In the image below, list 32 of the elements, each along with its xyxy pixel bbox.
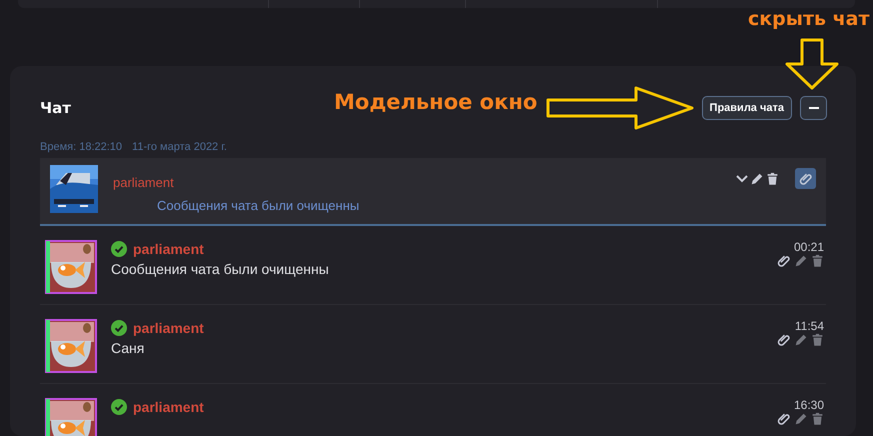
message-time: 00:21 bbox=[794, 240, 824, 254]
time-label: Время: 18:22:10 bbox=[40, 141, 122, 153]
chevron-icon[interactable] bbox=[736, 174, 748, 182]
paperclip-icon bbox=[798, 172, 812, 186]
attach-button[interactable] bbox=[795, 168, 816, 189]
message-text: Саня bbox=[111, 340, 146, 356]
trash-icon[interactable] bbox=[811, 254, 824, 268]
message-text: Сообщения чата были очищенны bbox=[111, 261, 330, 277]
down-arrow-drawing bbox=[785, 38, 839, 90]
user-name: parliament bbox=[133, 241, 204, 257]
paperclip-icon[interactable] bbox=[777, 254, 791, 268]
pencil-icon[interactable] bbox=[750, 172, 764, 186]
user-name: parliament bbox=[133, 320, 204, 336]
annotation-text: скрыть чат bbox=[748, 8, 870, 30]
date-label: 11-го марта 2022 г. bbox=[132, 141, 227, 153]
chat-rules-button[interactable]: Правила чата bbox=[702, 96, 792, 120]
annotation-text: Модельное окно bbox=[334, 90, 538, 114]
message-text: Сообщения чата были очищенны bbox=[157, 198, 360, 213]
paperclip-icon[interactable] bbox=[777, 412, 791, 426]
trash-icon[interactable] bbox=[811, 333, 824, 347]
hide-chat-button[interactable] bbox=[800, 96, 827, 120]
trash-icon[interactable] bbox=[766, 172, 779, 186]
trash-icon[interactable] bbox=[811, 412, 824, 426]
paperclip-icon[interactable] bbox=[777, 333, 791, 347]
user-name: parliament bbox=[133, 399, 204, 415]
chat-title: Чат bbox=[40, 99, 71, 117]
pencil-icon[interactable] bbox=[794, 254, 808, 268]
pencil-icon[interactable] bbox=[794, 412, 808, 426]
message-time: 11:54 bbox=[794, 319, 824, 333]
pencil-icon[interactable] bbox=[794, 333, 808, 347]
message-time: 16:30 bbox=[794, 398, 824, 412]
user-name: parliament bbox=[113, 175, 175, 190]
